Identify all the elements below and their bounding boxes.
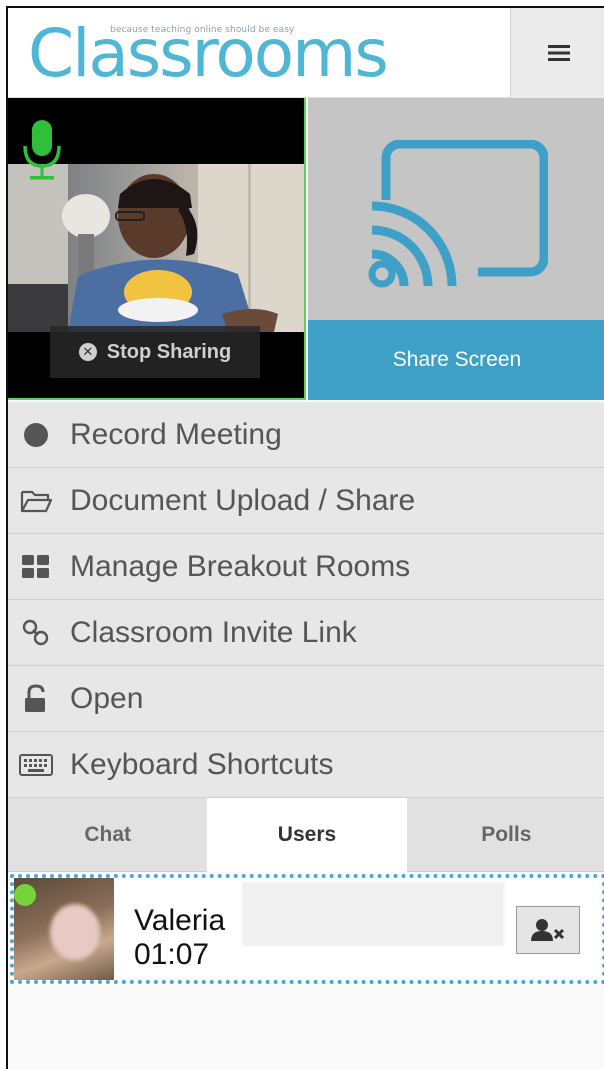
hamburger-menu-button[interactable] [510, 8, 604, 98]
webcam-feed [8, 164, 304, 332]
tab-users[interactable]: Users [207, 798, 407, 872]
menu-item-label: Keyboard Shortcuts [70, 747, 334, 781]
hamburger-icon [547, 45, 570, 61]
user-name: Valeria [134, 904, 226, 937]
cast-icon [368, 140, 548, 290]
webcam-image [8, 164, 304, 332]
close-circle-icon: ✕ [78, 343, 97, 361]
stop-sharing-label: Stop Sharing [106, 340, 232, 363]
logo-text: Classrooms [28, 15, 389, 92]
tab-chat[interactable]: Chat [8, 798, 208, 872]
user-time: 01:07 [134, 938, 210, 971]
share-screen-button[interactable]: Share Screen [308, 320, 604, 400]
panel-tabs: Chat Users Polls [8, 798, 604, 872]
avatar-face [50, 904, 100, 960]
user-list-item[interactable]: Valeria 01:07 [10, 874, 604, 984]
folder-icon [18, 486, 54, 516]
microphone-icon[interactable] [20, 118, 64, 182]
menu-item-record-meeting[interactable]: Record Meeting [8, 402, 604, 468]
menu-item-label: Classroom Invite Link [70, 615, 357, 649]
record-icon [18, 420, 54, 450]
grid-icon [18, 552, 54, 582]
menu-item-document-upload[interactable]: Document Upload / Share [8, 468, 604, 534]
logo[interactable]: because teaching online should be easy C… [28, 8, 389, 96]
unlock-icon [18, 683, 54, 714]
redacted-area [242, 882, 504, 946]
app-frame: because teaching online should be easy C… [6, 6, 604, 1069]
menu-item-breakout-rooms[interactable]: Manage Breakout Rooms [8, 534, 604, 600]
stop-sharing-button[interactable]: ✕ Stop Sharing [50, 326, 260, 378]
menu-item-label: Open [70, 681, 144, 715]
share-screen-tile[interactable]: Share Screen [308, 98, 604, 400]
header: because teaching online should be easy C… [8, 8, 604, 98]
local-video-tile: ✕ Stop Sharing [8, 98, 306, 400]
remove-user-button[interactable] [516, 906, 580, 954]
tab-polls[interactable]: Polls [406, 798, 604, 872]
menu-item-label: Document Upload / Share [70, 483, 416, 517]
menu-item-keyboard-shortcuts[interactable]: Keyboard Shortcuts [8, 732, 604, 798]
online-status-indicator [14, 884, 36, 906]
classroom-menu: Record Meeting Document Upload / Share M… [8, 402, 604, 798]
menu-item-open[interactable]: Open [8, 666, 604, 732]
keyboard-icon [18, 750, 54, 780]
remove-user-icon [531, 919, 565, 941]
menu-item-label: Record Meeting [70, 417, 282, 451]
menu-item-label: Manage Breakout Rooms [70, 549, 411, 583]
menu-item-invite-link[interactable]: Classroom Invite Link [8, 600, 604, 666]
link-icon [18, 618, 54, 648]
